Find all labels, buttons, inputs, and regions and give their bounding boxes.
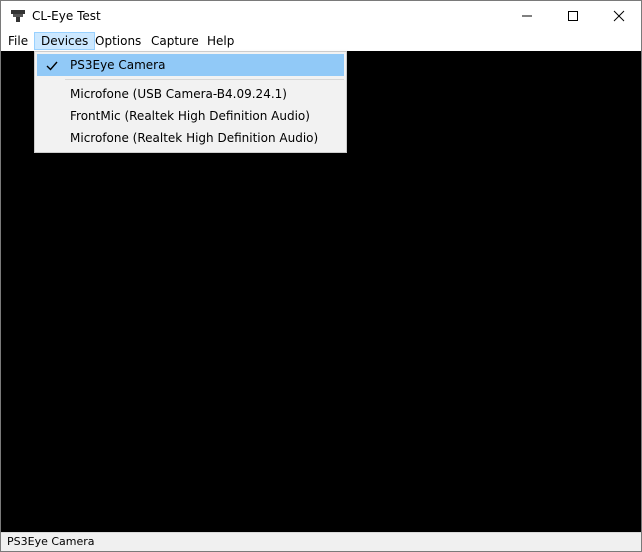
menu-help[interactable]: Help <box>201 32 240 50</box>
camera-app-icon <box>10 9 26 23</box>
device-item-frontmic[interactable]: FrontMic (Realtek High Definition Audio) <box>37 105 344 127</box>
menu-separator <box>65 79 344 80</box>
app-window: CL-Eye Test File Devices Options Capture… <box>0 0 642 552</box>
device-item-label: FrontMic (Realtek High Definition Audio) <box>70 109 310 123</box>
close-icon <box>613 10 625 22</box>
maximize-button[interactable] <box>550 1 596 31</box>
title-bar[interactable]: CL-Eye Test <box>1 1 641 31</box>
minimize-button[interactable] <box>504 1 550 31</box>
device-item-ps3eye-camera[interactable]: PS3Eye Camera <box>37 54 344 76</box>
device-item-label: Microfone (USB Camera-B4.09.24.1) <box>70 87 287 101</box>
close-button[interactable] <box>596 1 641 31</box>
device-item-usb-microphone[interactable]: Microfone (USB Camera-B4.09.24.1) <box>37 83 344 105</box>
minimize-icon <box>522 15 532 17</box>
window-title: CL-Eye Test <box>32 9 101 23</box>
checkmark-icon <box>45 58 59 72</box>
menu-capture[interactable]: Capture <box>145 32 205 50</box>
device-item-realtek-microphone[interactable]: Microfone (Realtek High Definition Audio… <box>37 127 344 149</box>
menu-file[interactable]: File <box>2 32 34 50</box>
menu-devices[interactable]: Devices <box>34 32 96 50</box>
devices-dropdown-menu: PS3Eye Camera Microfone (USB Camera-B4.0… <box>34 51 347 153</box>
menu-options[interactable]: Options <box>89 32 147 50</box>
maximize-icon <box>568 11 578 21</box>
device-item-label: Microfone (Realtek High Definition Audio… <box>70 131 319 145</box>
status-text: PS3Eye Camera <box>7 535 95 548</box>
device-item-label: PS3Eye Camera <box>70 58 166 72</box>
status-bar: PS3Eye Camera <box>1 532 641 551</box>
menu-bar: File Devices Options Capture Help <box>1 31 641 51</box>
